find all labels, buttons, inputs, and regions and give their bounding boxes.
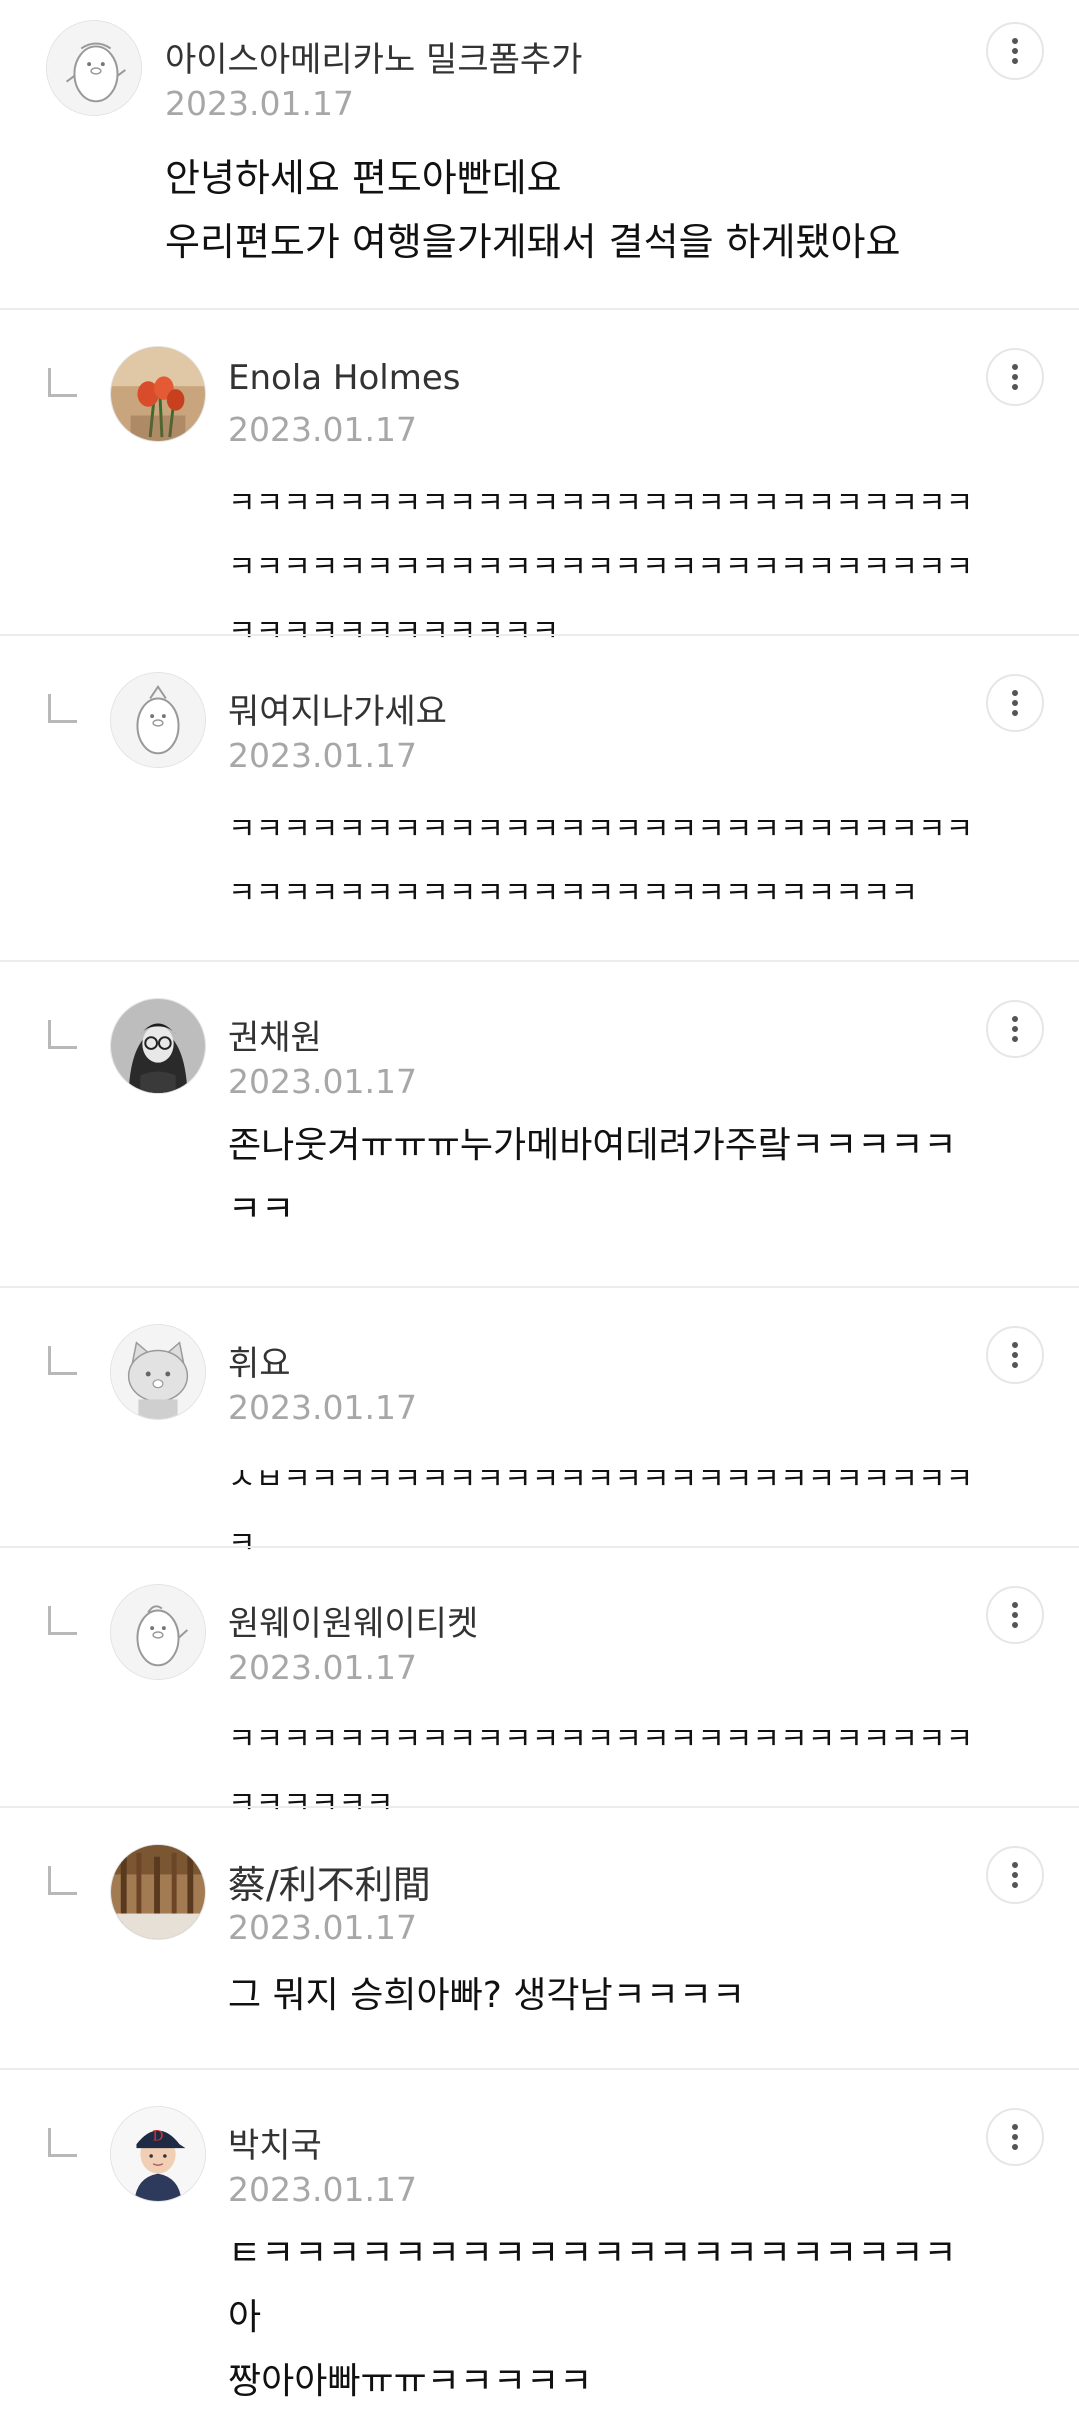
more-options-button[interactable] — [986, 1846, 1044, 1904]
comment-text: 그 뭐지 승희아빠? 생각남ㅋㅋㅋㅋ — [228, 1975, 746, 2016]
comment-text: 안녕하세요 편도아빤데요 우리편도가 여행을가게돼서 결석을 하게됐아요 — [165, 156, 901, 264]
cat-avatar[interactable] — [110, 1324, 206, 1420]
more-vertical-icon — [1012, 1600, 1018, 1630]
comment-author[interactable]: Enola Holmes — [228, 358, 461, 398]
reply-indent-icon — [48, 1346, 77, 1375]
comment-author[interactable]: 원웨이원웨이티켓 — [228, 1596, 478, 1645]
comment-date: 2023.01.17 — [228, 1648, 417, 1687]
penguin-avatar[interactable] — [46, 20, 142, 116]
comment-date: 2023.01.17 — [228, 1908, 417, 1947]
reply-comment: Enola Holmes 2023.01.17 ㅋㅋㅋㅋㅋㅋㅋㅋㅋㅋㅋㅋㅋㅋㅋㅋ… — [0, 310, 1079, 649]
more-vertical-icon — [1012, 36, 1018, 66]
more-vertical-icon — [1012, 2122, 1018, 2152]
reply-comment: 원웨이원웨이티켓 2023.01.17 ㅋㅋㅋㅋㅋㅋㅋㅋㅋㅋㅋㅋㅋㅋㅋㅋㅋㅋㅋㅋ… — [0, 1548, 1079, 1821]
reply-comment: 뭐여지나가세요 2023.01.17 ㅋㅋㅋㅋㅋㅋㅋㅋㅋㅋㅋㅋㅋㅋㅋㅋㅋㅋㅋㅋㅋ… — [0, 636, 1079, 960]
more-vertical-icon — [1012, 362, 1018, 392]
more-options-button[interactable] — [986, 1000, 1044, 1058]
more-options-button[interactable] — [986, 1326, 1044, 1384]
reply-indent-icon — [48, 1866, 77, 1895]
reply-comment: 蔡/利不利間 2023.01.17 그 뭐지 승희아빠? 생각남ㅋㅋㅋㅋ — [0, 1808, 1079, 2068]
penguin-avatar[interactable] — [110, 1584, 206, 1680]
more-options-button[interactable] — [986, 348, 1044, 406]
baseball-player-avatar[interactable]: D — [110, 2106, 206, 2202]
more-vertical-icon — [1012, 688, 1018, 718]
reply-indent-icon — [48, 694, 77, 723]
comment-date: 2023.01.17 — [228, 2170, 417, 2209]
comment-date: 2023.01.17 — [228, 410, 417, 449]
reply-comment: D 박치국 2023.01.17 ㅌㅋㅋㅋㅋㅋㅋㅋㅋㅋㅋㅋㅋㅋㅋㅋㅋㅋㅋㅋㅋㅋ아… — [0, 2070, 1079, 2402]
svg-text:D: D — [153, 2128, 164, 2144]
penguin-avatar[interactable] — [110, 672, 206, 768]
comment-text: 존나웃겨ㅠㅠㅠ누가메바여데려가주랔ㅋㅋㅋㅋㅋㅋㅋ — [228, 1125, 957, 1230]
comment-text: ㅋㅋㅋㅋㅋㅋㅋㅋㅋㅋㅋㅋㅋㅋㅋㅋㅋㅋㅋㅋㅋㅋㅋㅋㅋㅋㅋㅋㅋㅋㅋㅋㅋㅋㅋㅋㅋㅋㅋㅋ… — [228, 812, 974, 911]
comment-date: 2023.01.17 — [228, 1062, 417, 1101]
reply-indent-icon — [48, 2128, 77, 2157]
door-photo-avatar[interactable] — [110, 1844, 206, 1940]
comment-author[interactable]: 뭐여지나가세요 — [228, 684, 447, 733]
comment-date: 2023.01.17 — [165, 84, 354, 123]
more-vertical-icon — [1012, 1014, 1018, 1044]
portrait-photo-avatar[interactable] — [110, 998, 206, 1094]
more-options-button[interactable] — [986, 2108, 1044, 2166]
reply-indent-icon — [48, 368, 77, 397]
comment-date: 2023.01.17 — [228, 736, 417, 775]
comment-author[interactable]: 권채원 — [228, 1010, 322, 1059]
comment-text: ㅌㅋㅋㅋㅋㅋㅋㅋㅋㅋㅋㅋㅋㅋㅋㅋㅋㅋㅋㅋㅋㅋ아 짱아아빠ㅠㅠㅋㅋㅋㅋㅋ — [228, 2233, 957, 2402]
comment-author[interactable]: 박치국 — [228, 2118, 322, 2167]
more-vertical-icon — [1012, 1860, 1018, 1890]
reply-comment: 권채원 2023.01.17 존나웃겨ㅠㅠㅠ누가메바여데려가주랔ㅋㅋㅋㅋㅋㅋㅋ — [0, 962, 1079, 1286]
reply-indent-icon — [48, 1606, 77, 1635]
more-options-button[interactable] — [986, 22, 1044, 80]
comment-author[interactable]: 아이스아메리카노 밀크폼추가 — [165, 32, 582, 81]
comment: 아이스아메리카노 밀크폼추가 2023.01.17 안녕하세요 편도아빤데요 우… — [0, 0, 1079, 308]
comment-author[interactable]: 휘요 — [228, 1336, 291, 1385]
comment-date: 2023.01.17 — [228, 1388, 417, 1427]
tulip-photo-avatar[interactable] — [110, 346, 206, 442]
reply-comment: 휘요 2023.01.17 ㅅㅂㅋㅋㅋㅋㅋㅋㅋㅋㅋㅋㅋㅋㅋㅋㅋㅋㅋㅋㅋㅋㅋㅋㅋㅋ… — [0, 1288, 1079, 1561]
more-vertical-icon — [1012, 1340, 1018, 1370]
more-options-button[interactable] — [986, 674, 1044, 732]
more-options-button[interactable] — [986, 1586, 1044, 1644]
comment-author[interactable]: 蔡/利不利間 — [228, 1854, 431, 1909]
reply-indent-icon — [48, 1020, 77, 1049]
